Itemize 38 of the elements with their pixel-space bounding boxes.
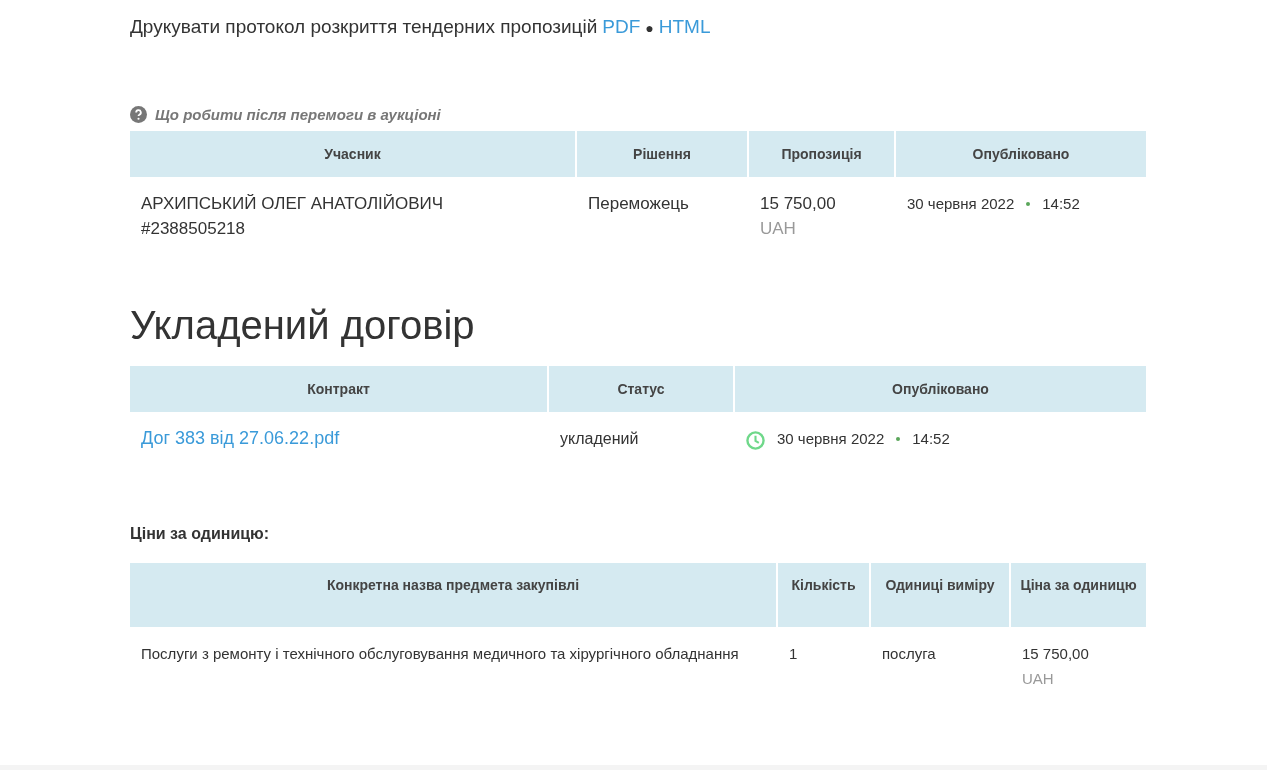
unit-prices-heading: Ціни за одиницю: xyxy=(130,525,271,543)
column-header: Статус xyxy=(549,366,733,412)
decision-cell-text: Переможець xyxy=(587,193,690,215)
print-protocol-text: Друкувати протокол розкриття тендерних пропозицій xyxy=(130,16,598,38)
date-text: 30 червня 2022 xyxy=(907,195,1015,212)
column-header: Ціна за одиницю xyxy=(1011,563,1146,627)
separator-text: ● xyxy=(645,20,654,36)
item-name-cell-text: Послуги з ремонту і технічного обслуговування медичного та хірургічного обладнання xyxy=(140,644,740,664)
quantity-cell-text: 1 xyxy=(788,644,799,664)
unit-cell-text: послуга xyxy=(881,644,937,664)
column-header: Конкретна назва предмета закупівлі xyxy=(130,563,776,627)
participant-name: АРХИПСЬКИЙ ОЛЕГ АНАТОЛІЙОВИЧ xyxy=(141,193,445,215)
currency-text: UAH xyxy=(1022,669,1055,689)
time-text: 14:52 xyxy=(1042,195,1080,212)
pdf-link[interactable]: PDF xyxy=(602,16,641,38)
help-icon xyxy=(130,106,147,123)
separator-dot xyxy=(896,436,901,441)
unit-price: 15 750,00 xyxy=(1022,644,1090,664)
currency-text: UAH xyxy=(760,218,797,240)
bid-amount: 15 750,00 xyxy=(760,193,837,215)
separator-dot xyxy=(1026,201,1031,206)
column-header: Опубліковано xyxy=(896,131,1146,177)
column-header: Рішення xyxy=(577,131,747,177)
column-header: Учасник xyxy=(130,131,575,177)
html-link[interactable]: HTML xyxy=(658,16,711,38)
column-header: Одиниці виміру xyxy=(871,563,1009,627)
column-header: Пропозиція xyxy=(749,131,894,177)
date-text: 30 червня 2022 xyxy=(777,430,885,447)
section-heading: Укладений договір xyxy=(130,303,476,348)
help-link[interactable]: Що робити після перемоги в аукціоні xyxy=(155,106,441,123)
time-text: 14:52 xyxy=(912,430,950,447)
participant-id: #2388505218 xyxy=(141,218,246,240)
column-header: Опубліковано xyxy=(735,366,1146,412)
clock-icon xyxy=(746,430,765,450)
column-header: Кількість xyxy=(778,563,869,627)
status-cell-text: укладений xyxy=(559,429,640,449)
contract-document-link[interactable]: Дог 383 від 27.06.22.pdf xyxy=(141,428,340,448)
column-header: Контракт xyxy=(130,366,547,412)
